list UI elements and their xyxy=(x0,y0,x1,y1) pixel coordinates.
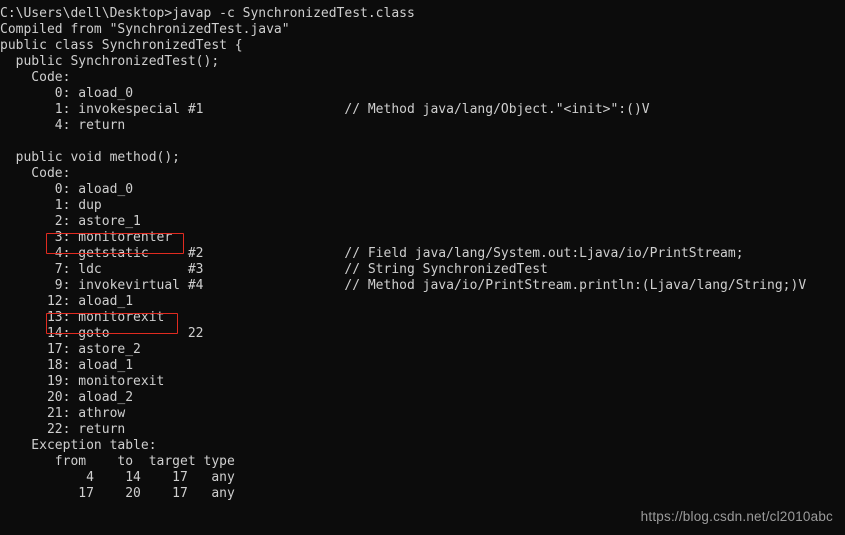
terminal-line: 9: invokevirtual #4 // Method java/io/Pr… xyxy=(0,278,845,294)
command-prompt-window[interactable]: C:\Users\dell\Desktop>javap -c Synchroni… xyxy=(0,0,845,535)
terminal-line: 3: monitorenter xyxy=(0,230,845,246)
instruction-line: 4: getstatic #2 // Field java/lang/Syste… xyxy=(0,246,744,261)
terminal-line: 4 14 17 any xyxy=(0,470,845,486)
instruction-line: 4: return xyxy=(0,118,126,133)
exception-table-row: from to target type xyxy=(0,454,235,469)
instruction-line: 2: astore_1 xyxy=(0,214,141,229)
instruction-line: 19: monitorexit xyxy=(0,374,165,389)
terminal-line: from to target type xyxy=(0,454,845,470)
terminal-line: 1: invokespecial #1 // Method java/lang/… xyxy=(0,102,845,118)
terminal-output: C:\Users\dell\Desktop>javap -c Synchroni… xyxy=(0,6,845,502)
terminal-line: public void method(); xyxy=(0,150,845,166)
prompt-command-line: C:\Users\dell\Desktop>javap -c Synchroni… xyxy=(0,6,415,21)
class-declaration-line: public class SynchronizedTest { xyxy=(0,38,243,53)
instruction-line: 12: aload_1 xyxy=(0,294,134,309)
terminal-line: 1: dup xyxy=(0,198,845,214)
terminal-line: Code: xyxy=(0,70,845,86)
terminal-line: C:\Users\dell\Desktop>javap -c Synchroni… xyxy=(0,6,845,22)
terminal-line: 2: astore_1 xyxy=(0,214,845,230)
terminal-line: 7: ldc #3 // String SynchronizedTest xyxy=(0,262,845,278)
code-label-line: Code: xyxy=(0,70,71,85)
terminal-line: 13: monitorexit xyxy=(0,310,845,326)
terminal-line: 18: aload_1 xyxy=(0,358,845,374)
terminal-line: Compiled from "SynchronizedTest.java" xyxy=(0,22,845,38)
compiled-from-line: Compiled from "SynchronizedTest.java" xyxy=(0,22,290,37)
terminal-line: public class SynchronizedTest { xyxy=(0,38,845,54)
terminal-line: Exception table: xyxy=(0,438,845,454)
terminal-line: 0: aload_0 xyxy=(0,86,845,102)
instruction-line: 0: aload_0 xyxy=(0,86,134,101)
instruction-line: 18: aload_1 xyxy=(0,358,134,373)
instruction-line: 17: astore_2 xyxy=(0,342,141,357)
terminal-line: 4: getstatic #2 // Field java/lang/Syste… xyxy=(0,246,845,262)
instruction-line-monitorexit: 13: monitorexit xyxy=(0,310,165,325)
instruction-line: 0: aload_0 xyxy=(0,182,134,197)
exception-table-label: 22: return xyxy=(0,422,126,437)
terminal-line: 17: astore_2 xyxy=(0,342,845,358)
terminal-line: 20: aload_2 xyxy=(0,390,845,406)
instruction-line: 7: ldc #3 // String SynchronizedTest xyxy=(0,262,548,277)
instruction-line: 14: goto 22 xyxy=(0,326,204,341)
terminal-line: 19: monitorexit xyxy=(0,374,845,390)
code-label-line: Code: xyxy=(0,166,71,181)
instruction-line: 1: invokespecial #1 // Method java/lang/… xyxy=(0,102,650,117)
instruction-line-monitorenter: 3: monitorenter xyxy=(0,230,173,245)
terminal-line: 22: return xyxy=(0,422,845,438)
terminal-line: public SynchronizedTest(); xyxy=(0,54,845,70)
terminal-line: 17 20 17 any xyxy=(0,486,845,502)
terminal-line: 0: aload_0 xyxy=(0,182,845,198)
exception-table-header: Exception table: xyxy=(0,438,157,453)
instruction-line: 20: aload_2 xyxy=(0,390,134,405)
instruction-line: 1: dup xyxy=(0,198,102,213)
instruction-line: 21: athrow xyxy=(0,406,126,421)
instruction-line: 9: invokevirtual #4 // Method java/io/Pr… xyxy=(0,278,807,293)
exception-table-row: 4 14 17 any xyxy=(0,470,235,485)
terminal-line: 4: return xyxy=(0,118,845,134)
terminal-line: Code: xyxy=(0,166,845,182)
terminal-line: 12: aload_1 xyxy=(0,294,845,310)
class-closing-brace-line: 17 20 17 any xyxy=(0,486,235,501)
constructor-signature-line: public SynchronizedTest(); xyxy=(0,54,220,69)
watermark-url: https://blog.csdn.net/cl2010abc xyxy=(640,509,833,524)
terminal-line: 14: goto 22 xyxy=(0,326,845,342)
terminal-line: 21: athrow xyxy=(0,406,845,422)
method-signature-line: public void method(); xyxy=(0,150,181,165)
